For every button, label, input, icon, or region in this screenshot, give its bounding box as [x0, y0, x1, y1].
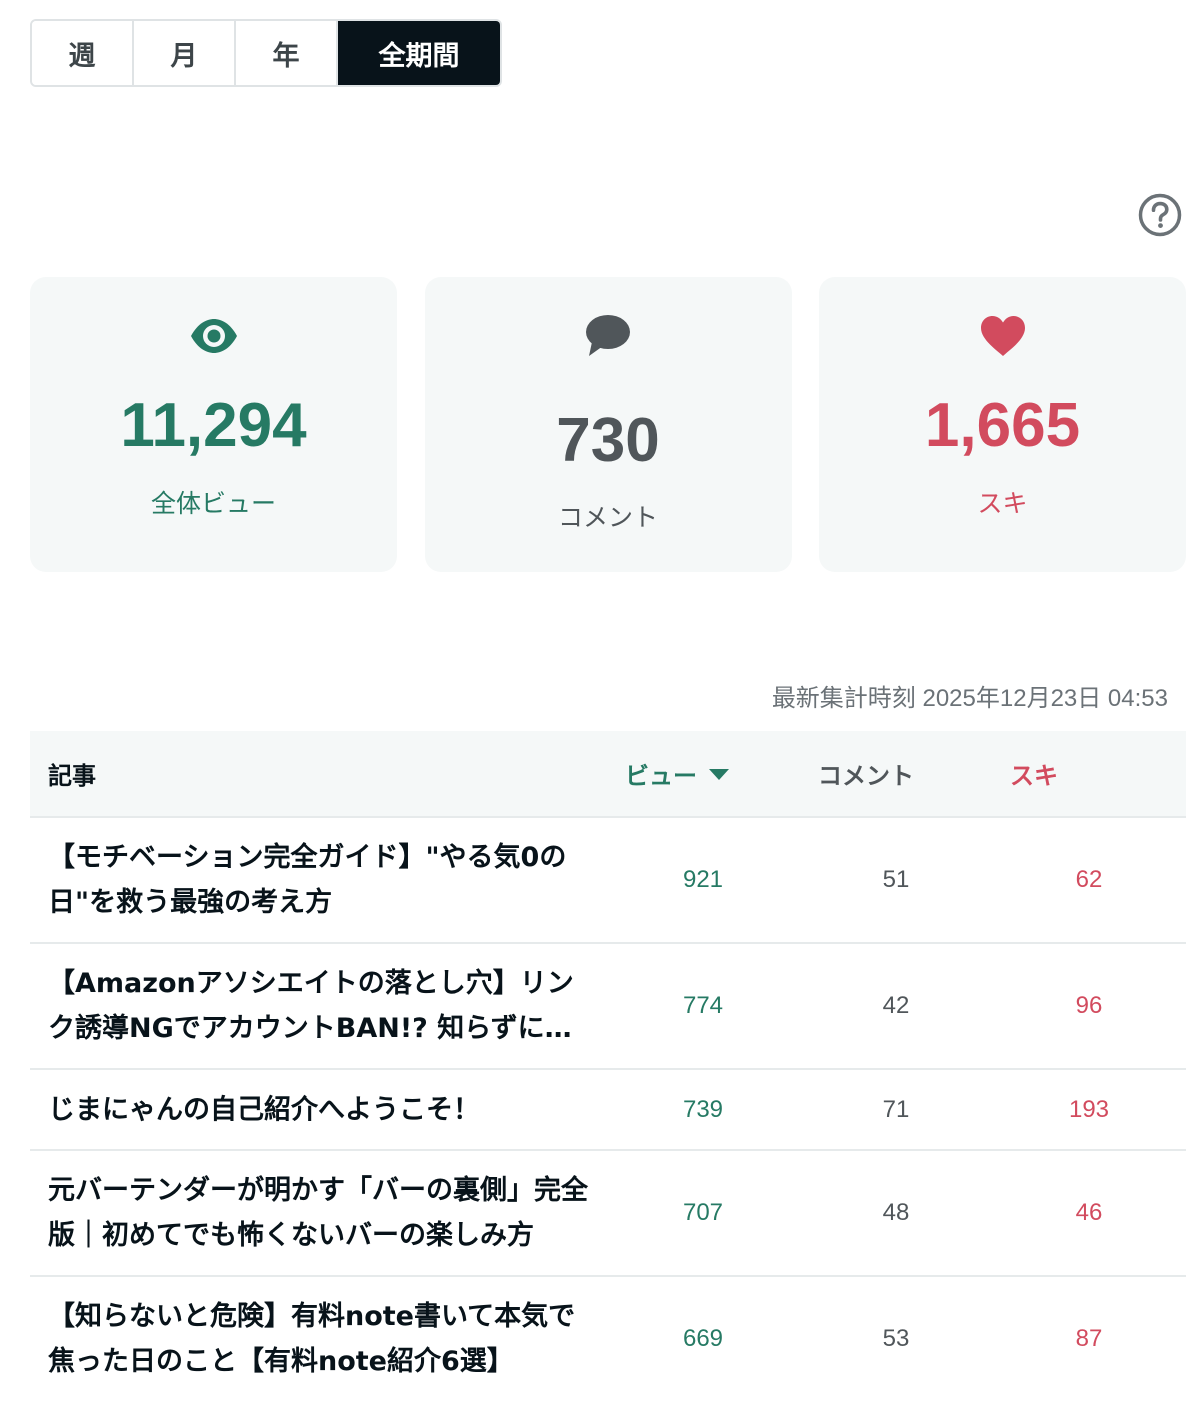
row-likes: 87 [1075, 1325, 1103, 1352]
table-row[interactable]: 【モチベーション完全ガイド】"やる気0の日"を救う最強の考え方 921 51 6… [30, 818, 1186, 944]
tab-month[interactable]: 月 [134, 21, 236, 85]
article-stats-table: 記事 ビュー コメント スキ 【モチベーション完全ガイド】"やる気0の日"を救う… [30, 731, 1186, 1401]
article-title[interactable]: じまにゃんの自己紹介へようこそ！ [48, 1087, 596, 1132]
comments-stat-card: 730 コメント [424, 277, 792, 572]
row-views: 669 [682, 1325, 724, 1352]
likes-total-value: 1,665 [924, 391, 1081, 460]
row-likes: 193 [1068, 1095, 1110, 1123]
column-header-comments[interactable]: コメント [818, 731, 914, 816]
row-comments: 42 [882, 992, 910, 1019]
eye-icon [189, 311, 239, 361]
table-header: 記事 ビュー コメント スキ [30, 731, 1186, 818]
last-updated-text: 最新集計時刻 2025年12月23日 04:53 [771, 685, 1168, 712]
table-row[interactable]: 元バーテンダーが明かす「バーの裏側」完全版｜初めてでも怖くないバーの楽しみ方 7… [30, 1151, 1186, 1277]
speech-bubble-icon [583, 311, 633, 361]
article-title[interactable]: 元バーテンダーが明かす「バーの裏側」完全版｜初めてでも怖くないバーの楽しみ方 [48, 1168, 596, 1258]
views-total-value: 11,294 [120, 391, 307, 460]
views-stat-card: 11,294 全体ビュー [30, 277, 397, 572]
table-row[interactable]: 【Amazonアソシエイトの落とし穴】リンク誘導NGでアカウントBAN!? 知ら… [30, 944, 1186, 1070]
views-total-label: 全体ビュー [150, 489, 276, 518]
row-comments: 53 [882, 1325, 910, 1352]
row-views: 921 [682, 866, 724, 893]
row-views: 707 [682, 1199, 724, 1226]
article-title[interactable]: 【知らないと危険】有料note書いて本気で焦った日のこと【有料note紹介6選】 [48, 1294, 596, 1384]
comments-total-label: コメント [557, 503, 658, 532]
row-comments: 71 [882, 1095, 910, 1123]
tab-week[interactable]: 週 [32, 21, 134, 85]
column-header-views-label: ビュー [625, 762, 697, 790]
row-views: 739 [682, 1095, 724, 1123]
row-views: 774 [682, 992, 724, 1019]
column-header-article: 記事 [48, 762, 96, 790]
article-title[interactable]: 【モチベーション完全ガイド】"やる気0の日"を救う最強の考え方 [48, 835, 596, 925]
row-likes: 46 [1075, 1199, 1103, 1226]
row-comments: 48 [882, 1199, 910, 1226]
stats-cards: 11,294 全体ビュー 730 コメント 1,665 スキ [30, 277, 1186, 572]
tab-year[interactable]: 年 [236, 21, 338, 85]
row-comments: 51 [882, 866, 910, 893]
sort-desc-icon [709, 769, 729, 780]
heart-icon [978, 311, 1028, 361]
article-title[interactable]: 【Amazonアソシエイトの落とし穴】リンク誘導NGでアカウントBAN!? 知ら… [48, 961, 596, 1051]
column-header-likes[interactable]: スキ [1010, 731, 1058, 816]
likes-stat-card: 1,665 スキ [819, 277, 1186, 572]
row-likes: 96 [1075, 992, 1103, 1019]
comments-total-value: 730 [556, 406, 660, 475]
period-tabs: 週 月 年 全期間 [30, 19, 502, 87]
table-row[interactable]: じまにゃんの自己紹介へようこそ！ 739 71 193 [30, 1070, 1186, 1151]
tab-all-time[interactable]: 全期間 [338, 21, 500, 85]
column-header-views[interactable]: ビュー [625, 731, 729, 816]
likes-total-label: スキ [977, 489, 1028, 518]
row-likes: 62 [1075, 866, 1103, 893]
table-row[interactable]: 【知らないと危険】有料note書いて本気で焦った日のこと【有料note紹介6選】… [30, 1277, 1186, 1401]
question-circle-icon[interactable] [1138, 193, 1182, 237]
